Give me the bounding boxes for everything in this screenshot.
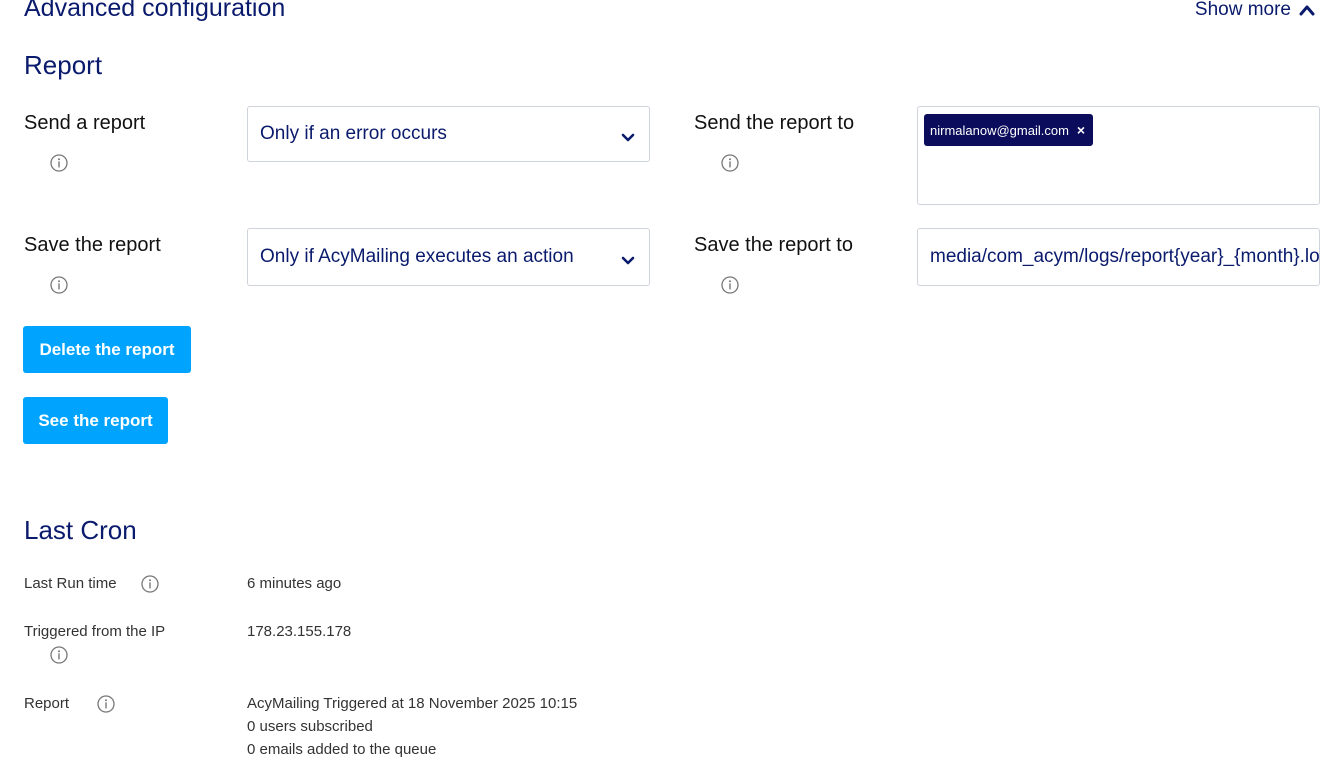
info-icon[interactable]	[50, 646, 68, 664]
triggered-ip-value: 178.23.155.178	[247, 623, 352, 640]
remove-tag-icon[interactable]: ×	[1077, 122, 1085, 138]
info-icon[interactable]	[50, 154, 68, 172]
save-report-select[interactable]: Only if AcyMailing executes an action	[247, 228, 650, 286]
send-report-to-label: Send the report to	[694, 112, 855, 134]
see-report-button[interactable]: See the report	[23, 397, 168, 444]
show-more-toggle[interactable]: Show more	[1195, 0, 1315, 21]
send-report-select[interactable]: Only if an error occurs	[247, 106, 650, 162]
info-icon[interactable]	[721, 276, 739, 294]
send-report-label: Send a report	[24, 112, 146, 134]
info-icon[interactable]	[721, 154, 739, 172]
info-icon[interactable]	[97, 695, 115, 713]
save-report-label: Save the report	[24, 234, 161, 256]
last-run-value: 6 minutes ago	[247, 575, 342, 592]
report-line: 0 users subscribed	[247, 718, 373, 735]
report-label: Report	[24, 695, 70, 712]
triggered-ip-label: Triggered from the IP	[24, 623, 166, 640]
save-report-to-label: Save the report to	[694, 234, 853, 256]
last-cron-section-title: Last Cron	[24, 515, 137, 545]
save-report-selected-value: Only if AcyMailing executes an action	[260, 246, 574, 267]
email-tag-label: nirmalanow@gmail.com	[930, 122, 1069, 138]
save-report-path-input[interactable]: media/com_acym/logs/report{year}_{month}…	[917, 228, 1320, 286]
report-line: AcyMailing Triggered at 18 November 2025…	[247, 695, 578, 712]
last-run-label: Last Run time	[24, 575, 117, 592]
chevron-down-icon	[621, 133, 635, 142]
report-line: 0 emails added to the queue	[247, 741, 437, 758]
report-details: AcyMailing Triggered at 18 November 2025…	[247, 692, 577, 761]
send-report-selected-value: Only if an error occurs	[260, 123, 447, 144]
chevron-down-icon	[621, 256, 635, 265]
email-tag: nirmalanow@gmail.com ×	[924, 114, 1094, 146]
info-icon[interactable]	[50, 276, 68, 294]
save-report-path-value: media/com_acym/logs/report{year}_{month}…	[930, 246, 1320, 267]
show-more-label: Show more	[1194, 0, 1291, 20]
info-icon[interactable]	[141, 575, 159, 593]
send-report-to-input[interactable]: nirmalanow@gmail.com ×	[917, 106, 1320, 205]
page-title: Advanced configuration	[24, 0, 286, 22]
chevron-up-icon	[1299, 5, 1315, 16]
delete-report-button[interactable]: Delete the report	[23, 326, 191, 373]
report-section-title: Report	[24, 50, 103, 80]
